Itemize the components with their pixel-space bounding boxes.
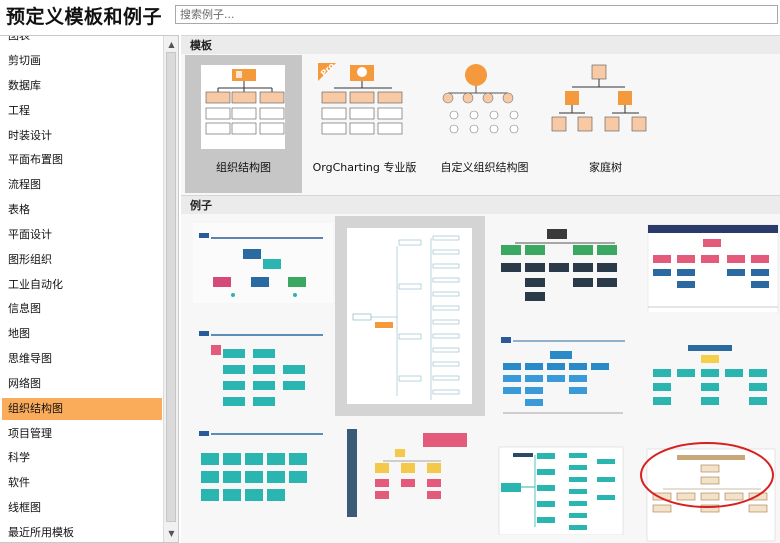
orgcharting-pro-template-icon: Pro xyxy=(318,61,403,135)
page-title: 预定义模板和例子 xyxy=(6,6,163,28)
sidebar-item-wireframe[interactable]: 线框图 xyxy=(2,497,162,519)
gallery-panel: 模板 组织结构图 Pro OrgCharting 专业版 自定义组织结构图 家庭… xyxy=(181,35,780,543)
sidebar-item-org-chart[interactable]: 组织结构图 xyxy=(2,398,162,420)
sidebar-item-recent-templates[interactable]: 最近所用模板 xyxy=(2,522,162,542)
example-card-12[interactable] xyxy=(643,447,780,543)
example-thumbnail xyxy=(199,431,323,501)
example-card-11[interactable] xyxy=(495,445,635,535)
sidebar-item-engineering[interactable]: 工程 xyxy=(2,100,162,122)
example-thumbnail xyxy=(501,337,625,414)
sidebar-item-mind-map[interactable]: 思维导图 xyxy=(2,348,162,370)
template-label: OrgCharting 专业版 xyxy=(312,161,417,174)
scroll-up-arrow-icon[interactable]: ▲ xyxy=(165,38,178,51)
sidebar-scrollbar[interactable]: ▲ ▼ xyxy=(163,36,178,542)
example-thumbnail xyxy=(646,448,776,542)
example-card-10[interactable] xyxy=(343,427,483,527)
template-thumbnail xyxy=(185,55,302,155)
example-card-5[interactable] xyxy=(193,329,333,415)
sidebar-item-charts[interactable]: 图表 xyxy=(2,36,162,47)
template-thumbnail xyxy=(547,55,664,155)
example-thumbnail xyxy=(347,228,472,404)
sidebar-item-graphic-design[interactable]: 平面设计 xyxy=(2,224,162,246)
example-thumbnail xyxy=(653,345,767,405)
family-tree-template-icon xyxy=(551,64,647,132)
example-thumbnail xyxy=(193,223,333,303)
org-chart-template-icon xyxy=(201,65,285,149)
example-thumbnail xyxy=(647,224,779,313)
sidebar-item-infographic[interactable]: 信息图 xyxy=(2,298,162,320)
sidebar-item-project-management[interactable]: 项目管理 xyxy=(2,423,162,445)
template-card-custom-org-chart[interactable]: 自定义组织结构图 xyxy=(426,55,543,193)
template-thumbnail xyxy=(426,55,543,155)
sidebar-item-flowchart[interactable]: 流程图 xyxy=(2,174,162,196)
sidebar-item-database[interactable]: 数据库 xyxy=(2,75,162,97)
sidebar-scroll-thumb[interactable] xyxy=(166,52,176,522)
examples-section-header: 例子 xyxy=(181,195,780,214)
sidebar-item-fashion-design[interactable]: 时装设计 xyxy=(2,125,162,147)
example-card-4[interactable] xyxy=(643,223,780,313)
template-label: 自定义组织结构图 xyxy=(440,161,529,174)
example-thumbnail xyxy=(347,429,467,517)
template-label: 家庭树 xyxy=(589,161,622,174)
sidebar-item-clipart[interactable]: 剪切画 xyxy=(2,50,162,72)
sidebar-item-floor-plan[interactable]: 平面布置图 xyxy=(2,149,162,171)
example-thumbnail xyxy=(498,446,624,535)
scroll-down-arrow-icon[interactable]: ▼ xyxy=(165,527,178,540)
templates-section-header: 模板 xyxy=(181,35,780,54)
template-label: 组织结构图 xyxy=(216,161,271,174)
example-card-3[interactable] xyxy=(495,223,635,303)
example-thumbnail xyxy=(501,229,617,301)
sidebar-item-software[interactable]: 软件 xyxy=(2,472,162,494)
template-thumbnail: Pro xyxy=(306,55,423,155)
sidebar-item-map[interactable]: 地图 xyxy=(2,323,162,345)
sidebar-item-industrial-automation[interactable]: 工业自动化 xyxy=(2,274,162,296)
search-input[interactable] xyxy=(175,5,778,24)
sidebar-item-table[interactable]: 表格 xyxy=(2,199,162,221)
sidebar-item-graphic-organizer[interactable]: 图形组织 xyxy=(2,249,162,271)
example-card-1[interactable] xyxy=(193,223,333,303)
sidebar-item-science[interactable]: 科学 xyxy=(2,447,162,469)
custom-org-chart-template-icon xyxy=(442,64,519,134)
example-card-8[interactable] xyxy=(643,341,780,421)
template-card-org-chart[interactable]: 组织结构图 xyxy=(185,55,302,193)
example-card-7[interactable] xyxy=(495,333,635,419)
sidebar-item-network[interactable]: 网络图 xyxy=(2,373,162,395)
example-card-9[interactable] xyxy=(193,429,333,519)
example-card-2[interactable] xyxy=(335,216,485,416)
template-card-orgcharting-pro[interactable]: Pro OrgCharting 专业版 xyxy=(306,55,423,193)
template-card-family-tree[interactable]: 家庭树 xyxy=(547,55,664,193)
category-sidebar: 图表 剪切画 数据库 工程 时装设计 平面布置图 流程图 表格 平面设计 图形组… xyxy=(0,35,179,543)
example-thumbnail xyxy=(199,331,323,406)
